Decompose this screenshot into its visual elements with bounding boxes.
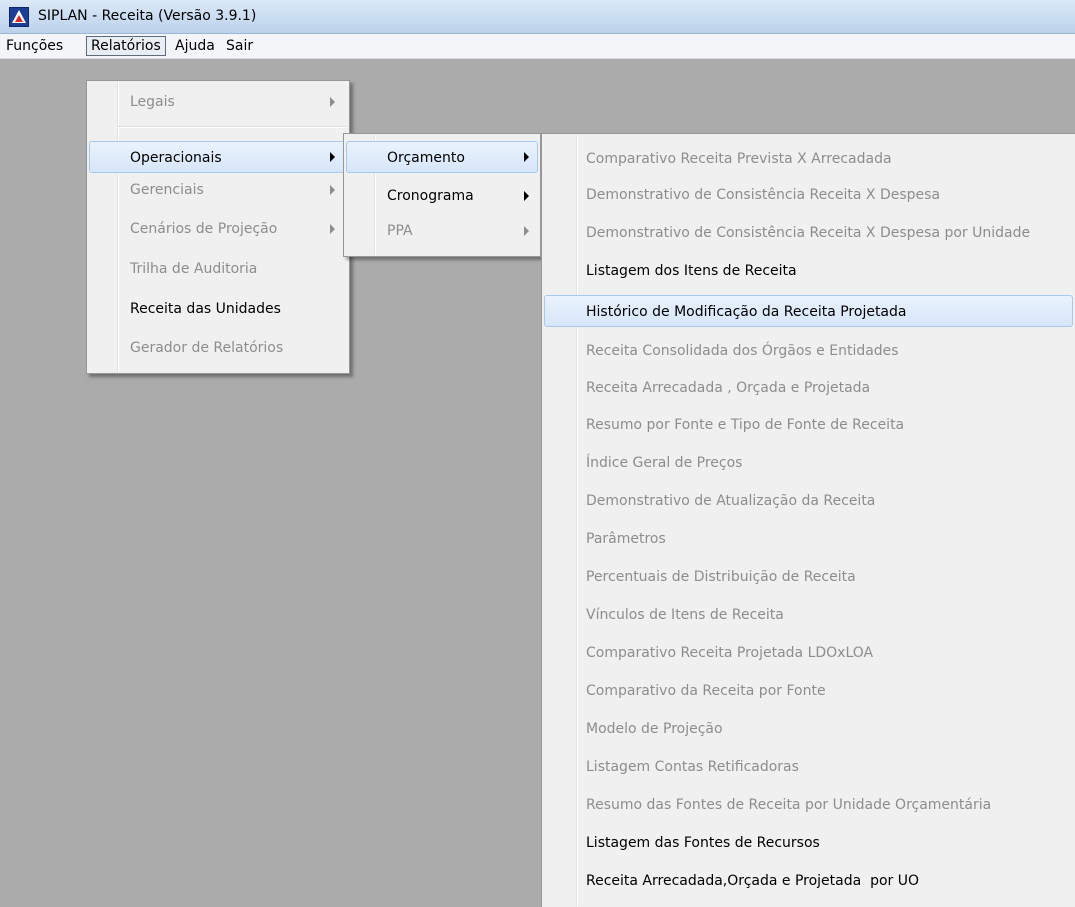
menu-item-consistencia-receita-despesa-unidade[interactable]: Demonstrativo de Consistência Receita X … [544, 217, 1073, 249]
menu-item-listagem-fontes-recursos[interactable]: Listagem das Fontes de Recursos [544, 827, 1073, 859]
submenu-arrow-icon [524, 226, 529, 236]
menu-bar: Funções Relatórios Ajuda Sair [0, 34, 1075, 59]
menu-item-cronograma[interactable]: Cronograma [346, 180, 538, 212]
menu-item-demonstrativo-atualizacao[interactable]: Demonstrativo de Atualização da Receita [544, 485, 1073, 517]
menu-item-historico-modificacao-receita[interactable]: Histórico de Modificação da Receita Proj… [544, 295, 1073, 327]
menu-item-gerenciais[interactable]: Gerenciais [89, 174, 347, 206]
submenu-arrow-icon [524, 191, 529, 201]
menu-sair[interactable]: Sair [222, 36, 257, 56]
submenu-arrow-icon [330, 224, 335, 234]
menu-relatorios[interactable]: Relatórios [86, 36, 166, 56]
menu-item-vinculos-itens[interactable]: Vínculos de Itens de Receita [544, 599, 1073, 631]
operacionais-submenu: Orçamento Cronograma PPA [343, 133, 541, 257]
menu-item-trilha-de-auditoria[interactable]: Trilha de Auditoria [89, 253, 347, 285]
menu-item-modelo-projecao[interactable]: Modelo de Projeção [544, 713, 1073, 745]
menu-item-orcamento[interactable]: Orçamento [346, 141, 538, 173]
menu-item-cenarios-de-projecao[interactable]: Cenários de Projeção [89, 213, 347, 245]
menu-item-listagem-contas-retificadoras[interactable]: Listagem Contas Retificadoras [544, 751, 1073, 783]
menu-item-comparativo-receita-fonte[interactable]: Comparativo da Receita por Fonte [544, 675, 1073, 707]
menu-item-indice-geral-precos[interactable]: Índice Geral de Preços [544, 447, 1073, 479]
menu-item-ppa[interactable]: PPA [346, 215, 538, 247]
menu-item-receita-arrecadada-por-uo[interactable]: Receita Arrecadada,Orçada e Projetada po… [544, 865, 1073, 897]
app-logo-icon [9, 7, 29, 27]
submenu-arrow-icon [330, 97, 335, 107]
submenu-arrow-icon [330, 185, 335, 195]
menu-item-resumo-fontes-unidade[interactable]: Resumo das Fontes de Receita por Unidade… [544, 789, 1073, 821]
menu-item-legais[interactable]: Legais [89, 86, 347, 118]
menu-item-gerador-de-relatorios[interactable]: Gerador de Relatórios [89, 332, 347, 364]
menu-item-percentuais-distribuicao[interactable]: Percentuais de Distribuição de Receita [544, 561, 1073, 593]
menu-item-consistencia-receita-despesa[interactable]: Demonstrativo de Consistência Receita X … [544, 179, 1073, 211]
menu-ajuda[interactable]: Ajuda [171, 36, 219, 56]
menu-item-receita-arrecadada-orcada-projetada[interactable]: Receita Arrecadada , Orçada e Projetada [544, 372, 1073, 404]
submenu-arrow-icon [330, 152, 335, 162]
menu-funcoes[interactable]: Funções [2, 36, 67, 56]
menu-item-comparativo-prevista-arrecadada[interactable]: Comparativo Receita Prevista X Arrecadad… [544, 143, 1073, 175]
menu-item-receita-das-unidades[interactable]: Receita das Unidades [89, 293, 347, 325]
orcamento-submenu: Comparativo Receita Prevista X Arrecadad… [541, 133, 1075, 907]
submenu-arrow-icon [524, 152, 529, 162]
menu-item-comparativo-ldo-loa[interactable]: Comparativo Receita Projetada LDOxLOA [544, 637, 1073, 669]
title-bar: SIPLAN - Receita (Versão 3.9.1) [0, 0, 1075, 34]
menu-item-resumo-fonte-tipo[interactable]: Resumo por Fonte e Tipo de Fonte de Rece… [544, 409, 1073, 441]
menu-item-listagem-itens-receita[interactable]: Listagem dos Itens de Receita [544, 255, 1073, 287]
relatorios-menu: Legais Operacionais Gerenciais Cenários … [86, 80, 350, 374]
window-title: SIPLAN - Receita (Versão 3.9.1) [38, 8, 257, 24]
menu-item-operacionais[interactable]: Operacionais [89, 141, 347, 173]
menu-item-receita-consolidada-orgaos[interactable]: Receita Consolidada dos Órgãos e Entidad… [544, 335, 1073, 367]
menu-item-parametros[interactable]: Parâmetros [544, 523, 1073, 555]
